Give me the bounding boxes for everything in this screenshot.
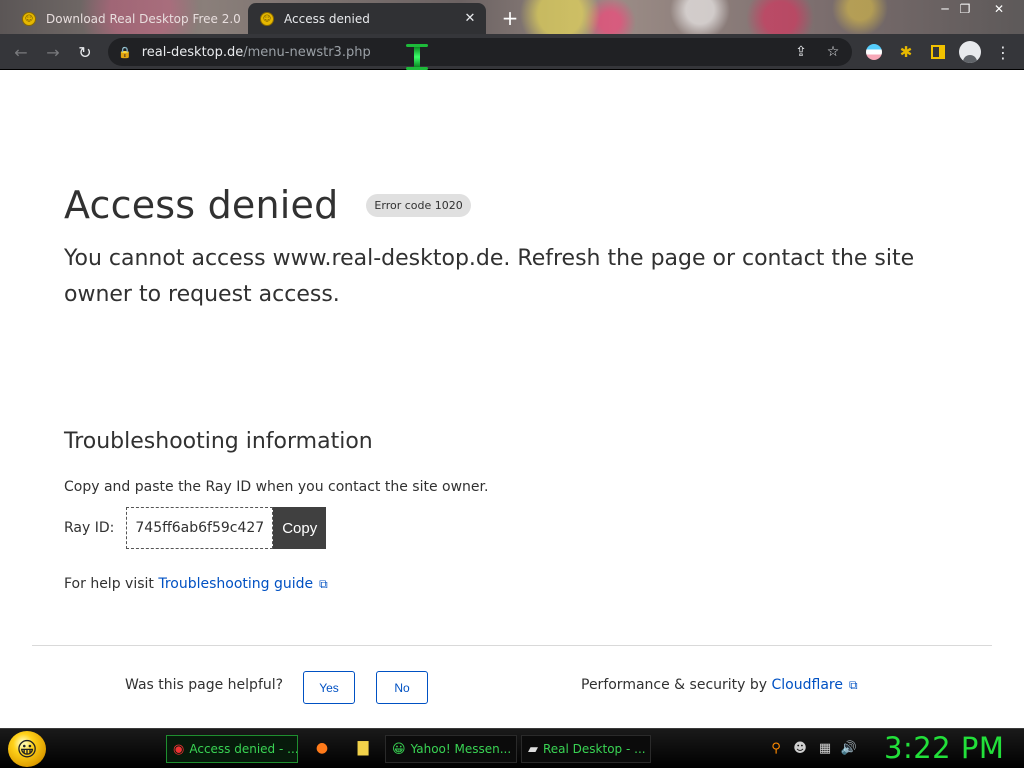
close-window-button[interactable]: ✕: [984, 0, 1014, 18]
new-tab-button[interactable]: +: [498, 6, 522, 30]
close-tab-icon[interactable]: ✕: [460, 9, 480, 29]
smiley-favicon-icon: ☺: [22, 11, 36, 26]
help-prefix: For help visit: [64, 576, 159, 592]
copy-button[interactable]: Copy: [273, 507, 327, 549]
bookmark-star-icon[interactable]: ☆: [820, 38, 846, 66]
reload-button[interactable]: ↻: [72, 39, 98, 65]
tab-download-real-desktop[interactable]: ☺ Download Real Desktop Free 2.0: [10, 3, 242, 34]
trans-flag-extension-icon[interactable]: [861, 39, 887, 65]
profile-avatar-icon[interactable]: [957, 39, 983, 65]
messenger-tray-icon[interactable]: ☻: [790, 738, 810, 758]
chrome-icon: ◉: [173, 741, 185, 757]
error-code-badge: Error code 1020: [366, 193, 471, 217]
taskbar-clock[interactable]: 3:22 PM: [884, 731, 1004, 765]
taskbar-item-access-denied[interactable]: ◉ Access denied - ...: [166, 735, 298, 763]
real-desktop-icon: ▰: [528, 741, 538, 757]
network-icon[interactable]: ▦: [815, 738, 835, 758]
perf-prefix: Performance & security by: [581, 677, 772, 693]
url-host: real-desktop.de: [141, 44, 244, 60]
start-button[interactable]: 😀: [8, 731, 46, 767]
title-row: Access denied Error code 1020: [64, 183, 471, 227]
browser-toolbar: ← → ↻ 🔒 real-desktop.de/menu-newstr3.php…: [0, 34, 1024, 70]
cloudflare-link[interactable]: Cloudflare: [772, 677, 843, 693]
ray-id-row: Ray ID: 745ff6ab6f59c427 Copy: [64, 507, 327, 549]
yahoo-messenger-icon: 😀: [392, 741, 406, 757]
taskbar-item-yahoo-messenger[interactable]: 😀 Yahoo! Messen...: [385, 735, 517, 763]
copy-instructions: Copy and paste the Ray ID when you conta…: [64, 479, 489, 495]
tab-title: Download Real Desktop Free 2.0: [46, 11, 241, 26]
lock-icon: 🔒: [118, 45, 132, 59]
helpful-question: Was this page helpful?: [125, 677, 284, 693]
external-link-icon: ⧉: [848, 677, 858, 692]
tab-access-denied[interactable]: ☺ Access denied ✕: [248, 3, 486, 34]
taskbar: 😀 ◉ Access denied - ... ● ▇ 😀 Yahoo! Mes…: [0, 728, 1024, 768]
address-bar[interactable]: 🔒 real-desktop.de/menu-newstr3.php ⇪ ☆: [108, 38, 852, 66]
access-denied-message: You cannot access www.real-desktop.de. R…: [64, 246, 915, 307]
task-label: Access denied - ...: [189, 742, 298, 756]
url-path: /menu-newstr3.php: [243, 44, 371, 60]
ray-id-value[interactable]: 745ff6ab6f59c427: [126, 507, 274, 549]
volume-icon[interactable]: 🔊: [839, 738, 859, 758]
chrome-menu-icon[interactable]: ⋮: [990, 39, 1016, 65]
page-title: Access denied: [64, 183, 339, 227]
folder-icon[interactable]: ▇: [353, 738, 373, 758]
share-icon[interactable]: ⇪: [788, 38, 814, 66]
forward-button[interactable]: →: [40, 39, 66, 65]
footer-divider: [32, 645, 992, 646]
ray-id-label: Ray ID:: [64, 520, 115, 536]
task-label: Yahoo! Messen...: [410, 742, 512, 756]
external-link-icon: ⧉: [319, 576, 328, 591]
firefox-icon[interactable]: ●: [312, 738, 332, 758]
desktop-cursor-gadget-icon: [404, 44, 430, 74]
yes-button[interactable]: Yes: [303, 671, 355, 704]
side-panel-icon[interactable]: [925, 39, 951, 65]
extensions-puzzle-icon[interactable]: ✱: [893, 39, 919, 65]
search-icon[interactable]: ⚲: [766, 738, 786, 758]
troubleshooting-guide-link[interactable]: Troubleshooting guide: [158, 576, 313, 592]
performance-line: Performance & security by Cloudflare ⧉: [581, 677, 858, 693]
task-label: Real Desktop - ...: [543, 742, 646, 756]
taskbar-item-real-desktop[interactable]: ▰ Real Desktop - ...: [521, 735, 651, 763]
tab-title: Access denied: [284, 11, 370, 26]
back-button[interactable]: ←: [8, 39, 34, 65]
maximize-button[interactable]: ❐: [950, 0, 980, 18]
help-line: For help visit Troubleshooting guide ⧉: [64, 576, 328, 592]
page-content: Access denied Error code 1020 You cannot…: [0, 71, 1024, 728]
troubleshooting-heading: Troubleshooting information: [64, 429, 373, 454]
smiley-favicon-icon: ☺: [260, 11, 274, 26]
browser-tabstrip: ☺ Download Real Desktop Free 2.0 ☺ Acces…: [0, 0, 1024, 34]
no-button[interactable]: No: [376, 671, 428, 704]
